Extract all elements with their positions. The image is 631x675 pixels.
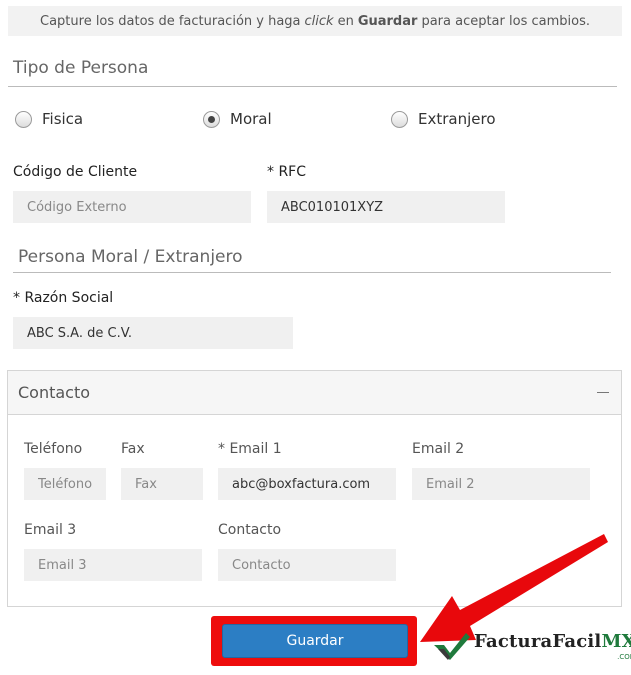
brand-name-suffix: MX [601, 631, 631, 652]
email2-label: Email 2 [412, 441, 465, 457]
razon-social-label: * Razón Social [13, 290, 114, 306]
email3-input[interactable] [24, 549, 202, 581]
contacto-panel-header[interactable]: Contacto [8, 371, 621, 415]
email1-input[interactable] [218, 468, 396, 500]
instruction-text-middle: en [337, 13, 354, 29]
radio-extranjero-circle[interactable] [391, 110, 408, 128]
instruction-text-after: para aceptar los cambios. [421, 13, 590, 29]
instruction-save-word: Guardar [357, 13, 418, 29]
fax-label: Fax [121, 441, 145, 457]
codigo-cliente-label: Código de Cliente [13, 164, 138, 180]
codigo-cliente-input[interactable] [13, 191, 251, 223]
radio-extranjero-label: Extranjero [418, 110, 496, 128]
persona-moral-divider [13, 272, 611, 273]
razon-social-input[interactable] [13, 317, 293, 349]
radio-moral-circle[interactable] [203, 110, 220, 128]
save-button[interactable]: Guardar [222, 624, 408, 658]
email1-label: * Email 1 [218, 441, 282, 457]
contacto-panel-title: Contacto [18, 383, 91, 402]
brand-name: FacturaFacilMX [474, 631, 631, 652]
rfc-label: * RFC [267, 164, 307, 180]
brand-name-main: FacturaFacil [474, 631, 602, 652]
persona-moral-title: Persona Moral / Extranjero [18, 247, 243, 267]
arrow-shape [420, 534, 608, 642]
radio-fisica-circle[interactable] [15, 110, 32, 128]
email2-input[interactable] [412, 468, 590, 500]
brand-sub: .COM [617, 653, 631, 661]
checkmark-logo-icon [434, 633, 470, 660]
tipo-persona-title: Tipo de Persona [13, 58, 149, 78]
email3-label: Email 3 [24, 522, 77, 538]
instruction-click-word: click [304, 13, 334, 29]
radio-fisica[interactable]: Fisica [15, 110, 83, 128]
rfc-input[interactable] [267, 191, 505, 223]
radio-moral-label: Moral [230, 110, 272, 128]
radio-extranjero[interactable]: Extranjero [391, 110, 496, 128]
contacto-input[interactable] [218, 549, 396, 581]
brand-logo: FacturaFacilMX .COM [432, 631, 631, 661]
minus-icon[interactable] [597, 392, 609, 393]
telefono-input[interactable] [24, 468, 106, 500]
instruction-text-before: Capture los datos de facturación y haga [40, 13, 301, 29]
telefono-label: Teléfono [24, 441, 83, 457]
fax-input[interactable] [121, 468, 203, 500]
tipo-persona-divider [8, 86, 617, 87]
radio-fisica-label: Fisica [42, 110, 84, 128]
radio-moral[interactable]: Moral [203, 110, 272, 128]
contacto-label: Contacto [218, 522, 282, 538]
instruction-banner: Capture los datos de facturación y haga … [8, 6, 622, 36]
